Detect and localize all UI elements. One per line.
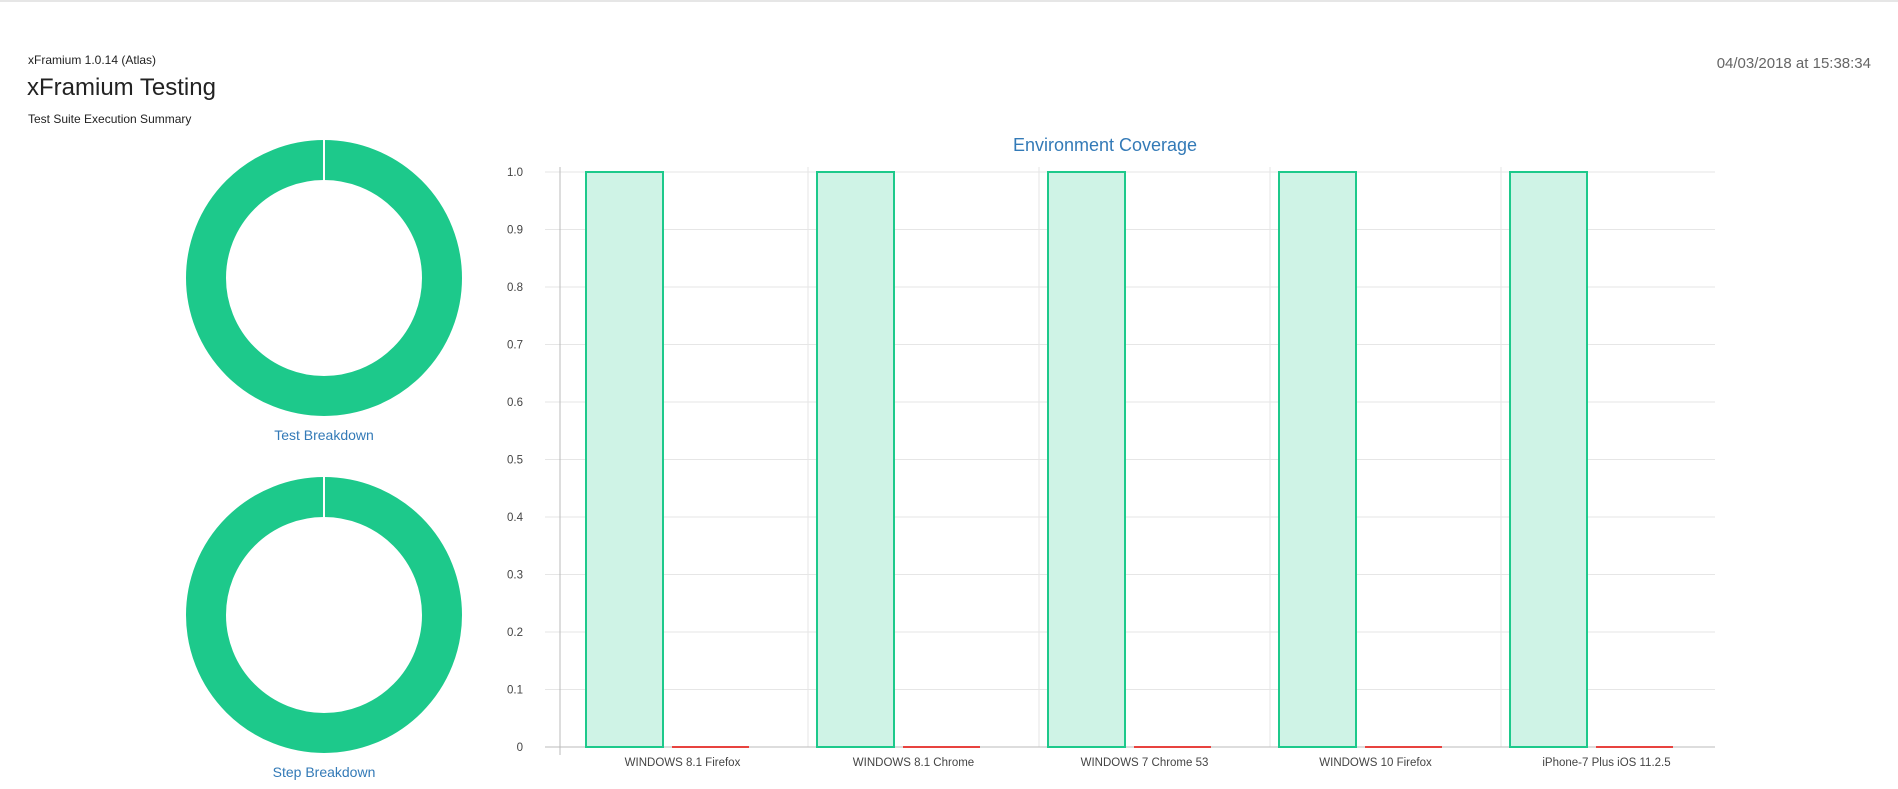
bar-pass[interactable] [816,171,895,748]
y-tick-label: 0.5 [507,455,523,467]
bar-pass[interactable] [585,171,664,748]
environment-coverage-chart: Environment Coverage 0 0.1 0.2 0.3 0.4 0.5 0.6… [507,135,1715,769]
y-tick-label: 0.8 [507,282,523,294]
bar-pass[interactable] [1278,171,1357,748]
y-tick-label: 1.0 [507,167,523,179]
y-tick-label: 0.9 [507,225,523,237]
x-tick-label: WINDOWS 7 Chrome 53 [1081,757,1209,769]
bar-pass[interactable] [1047,171,1126,748]
x-tick-label: iPhone-7 Plus iOS 11.2.5 [1542,757,1670,769]
x-tick-label: WINDOWS 10 Firefox [1319,757,1432,769]
y-tick-label: 0 [517,742,523,754]
y-tick-label: 0.7 [507,340,523,352]
bar-pass[interactable] [1509,171,1588,748]
y-tick-label: 0.1 [507,685,523,697]
y-tick-label: 0.2 [507,627,523,639]
y-tick-label: 0.3 [507,570,523,582]
chart-title: Environment Coverage [1013,135,1197,155]
x-tick-label: WINDOWS 8.1 Chrome [853,757,974,769]
y-tick-label: 0.4 [507,512,524,524]
y-tick-label: 0.6 [507,397,523,409]
x-tick-label: WINDOWS 8.1 Firefox [625,757,741,769]
